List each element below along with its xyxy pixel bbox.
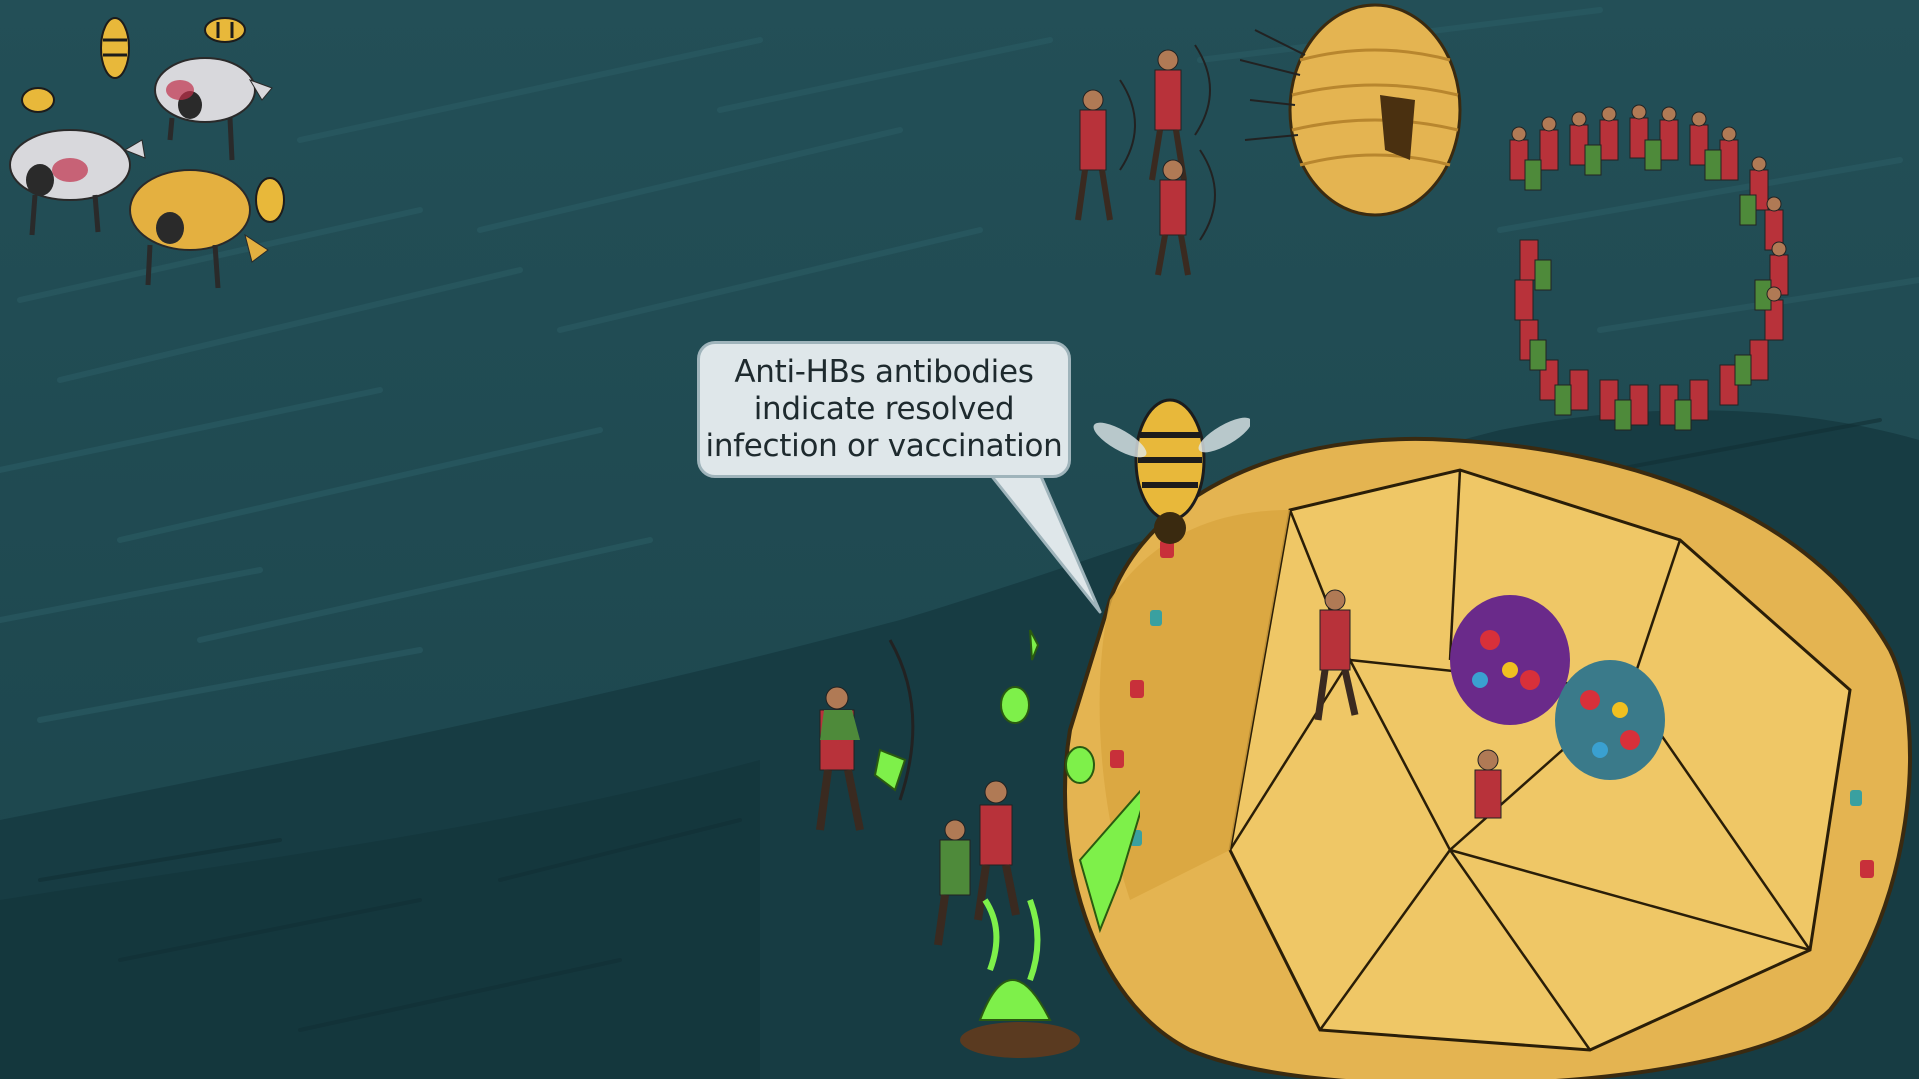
speech-bubble-tail [988, 471, 1102, 614]
speech-bubble: Anti-HBs antibodies indicate resolved in… [697, 341, 1071, 478]
caption-text: Anti-HBs antibodies indicate resolved in… [705, 354, 1063, 464]
illustration-scene: Anti-HBs antibodies indicate resolved in… [0, 0, 1919, 1079]
